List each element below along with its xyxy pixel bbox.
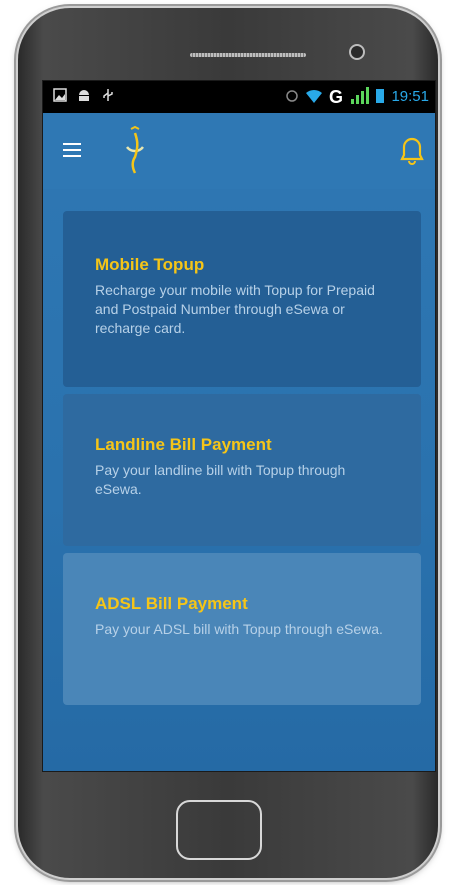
gallery-icon <box>53 88 67 102</box>
speaker-grill <box>190 53 306 57</box>
landline-bill-card[interactable]: Landline Bill Payment Pay your landline … <box>63 394 421 546</box>
status-right-icons: G 19:51 <box>285 87 429 105</box>
card-description: Pay your landline bill with Topup throug… <box>95 462 346 497</box>
hamburger-menu-icon[interactable] <box>63 143 81 157</box>
android-icon <box>79 90 89 101</box>
status-left-icons <box>53 88 115 102</box>
card-title: Landline Bill Payment <box>95 435 272 454</box>
alarm-icon <box>286 90 299 102</box>
home-button[interactable] <box>176 800 262 860</box>
card-description: Recharge your mobile with Topup for Prep… <box>95 282 375 336</box>
app-bar <box>43 113 435 189</box>
phone-screen: G 19:51 Mobile Topup Recharge your mobil… <box>42 80 436 772</box>
usb-icon <box>103 89 113 101</box>
card-title: ADSL Bill Payment <box>95 594 248 613</box>
front-camera <box>349 44 365 60</box>
adsl-bill-card[interactable]: ADSL Bill Payment Pay your ADSL bill wit… <box>63 553 421 705</box>
card-title: Mobile Topup <box>95 255 205 274</box>
esewa-logo-icon[interactable] <box>113 123 157 175</box>
signal-icon: G <box>329 87 370 105</box>
status-bar: G 19:51 <box>43 81 435 113</box>
wifi-icon <box>306 89 323 103</box>
svg-text:G: G <box>329 87 343 105</box>
status-time: 19:51 <box>391 87 429 105</box>
card-description: Pay your ADSL bill with Topup through eS… <box>95 621 383 637</box>
notification-bell-icon[interactable] <box>397 133 427 167</box>
battery-icon <box>376 89 385 103</box>
mobile-topup-card[interactable]: Mobile Topup Recharge your mobile with T… <box>63 211 421 387</box>
